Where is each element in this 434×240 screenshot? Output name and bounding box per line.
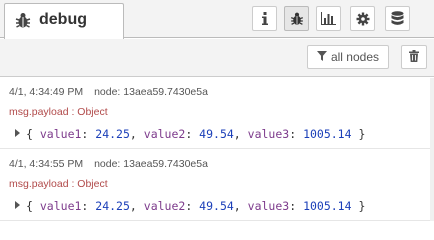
payload-key: value3 [247,127,290,141]
expand-caret-icon[interactable] [15,129,20,137]
message-node-label: node: [94,158,121,170]
info-button[interactable] [252,6,277,31]
payload-value: 24.25 [95,199,130,213]
message-payload[interactable]: { value1: 24.25, value2: 49.54, value3: … [15,199,365,213]
debug-toolbar: all nodes [0,39,434,77]
filter-nodes-button[interactable]: all nodes [307,45,389,69]
payload-key: value2 [143,199,186,213]
sidebar-header: debug [0,0,434,39]
message-node-id: 13aea59.7430e5a [123,86,208,98]
filter-icon [316,50,327,64]
bug-icon [15,11,31,29]
tab-debug-label: debug [39,11,87,28]
message-timestamp: 4/1, 4:34:49 PM [9,86,84,98]
database-icon [391,11,404,26]
expand-caret-icon[interactable] [15,201,20,209]
message-node-id: 13aea59.7430e5a [123,158,208,170]
tab-debug[interactable]: debug [4,3,124,39]
message-node-label: node: [94,86,121,98]
filter-nodes-label: all nodes [330,50,380,64]
payload-value: 24.25 [95,127,130,141]
config-button[interactable] [350,6,375,31]
payload-open-brace: { [26,127,33,141]
message-payload[interactable]: { value1: 24.25, value2: 49.54, value3: … [15,127,365,141]
debug-message: 4/1, 4:34:49 PM node: 13aea59.7430e5a ms… [0,78,434,149]
message-list-scrollbar[interactable] [430,78,434,221]
payload-key: value3 [247,199,290,213]
context-data-button[interactable] [385,6,410,31]
message-timestamp: 4/1, 4:34:55 PM [9,158,84,170]
payload-key: value1 [39,199,82,213]
payload-value: 49.54 [199,199,234,213]
gear-icon [356,12,370,26]
dashboard-button[interactable] [316,6,341,31]
trash-icon [409,49,419,65]
message-node-link[interactable]: node: 13aea59.7430e5a [94,86,208,98]
debug-button[interactable] [284,6,309,31]
info-icon [261,12,268,25]
debug-message-list: 4/1, 4:34:49 PM node: 13aea59.7430e5a ms… [0,78,434,221]
payload-close-brace: } [358,199,366,213]
message-meta: 4/1, 4:34:55 PM node: 13aea59.7430e5a [9,158,208,170]
bug-icon [290,11,304,26]
payload-value: 49.54 [199,127,234,141]
payload-key: value1 [39,127,82,141]
payload-value: 1005.14 [303,127,352,141]
payload-close-brace: } [358,127,366,141]
debug-message: 4/1, 4:34:55 PM node: 13aea59.7430e5a ms… [0,150,434,221]
message-topic: msg.payload : Object [9,106,108,118]
bar-chart-icon [321,12,336,25]
clear-messages-button[interactable] [401,45,427,69]
payload-value: 1005.14 [303,199,352,213]
message-meta: 4/1, 4:34:49 PM node: 13aea59.7430e5a [9,86,208,98]
message-topic: msg.payload : Object [9,178,108,190]
payload-open-brace: { [26,199,33,213]
message-node-link[interactable]: node: 13aea59.7430e5a [94,158,208,170]
payload-key: value2 [143,127,186,141]
